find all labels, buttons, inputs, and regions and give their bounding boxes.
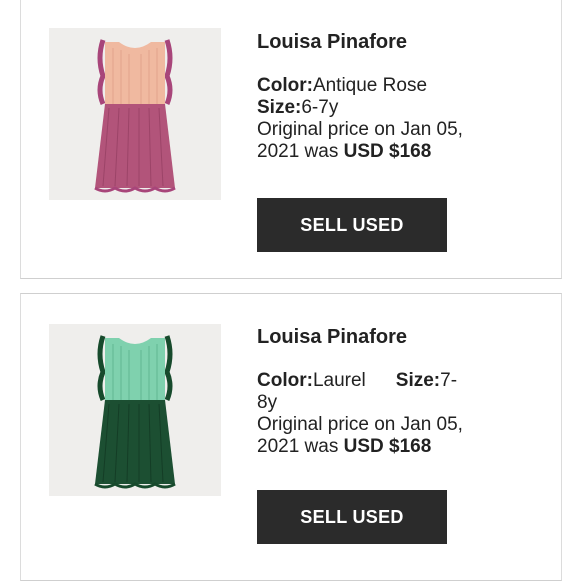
color-row: Color:Antique Rose: [257, 75, 517, 97]
pinafore-image: [49, 324, 221, 496]
size-value-wrap: 8y: [257, 392, 278, 413]
price-line-2: 2021 was USD $168: [257, 141, 517, 163]
product-image[interactable]: [49, 28, 221, 200]
product-image[interactable]: [49, 324, 221, 496]
original-price: USD $168: [343, 436, 432, 457]
price-prefix: 2021 was: [257, 141, 344, 162]
size-label: Size:: [257, 97, 302, 118]
sell-used-button[interactable]: SELL USED: [257, 490, 447, 544]
color-value: Antique Rose: [312, 75, 428, 96]
product-details: Color:Antique Rose Size:6-7y Original pr…: [257, 75, 517, 163]
product-name: Louisa Pinafore: [257, 31, 408, 53]
product-info: Louisa Pinafore Color:Antique Rose Size:…: [257, 30, 517, 163]
product-card: Louisa Pinafore Color:Laurel Size:7- 8y O…: [20, 293, 562, 581]
product-details: Color:Laurel Size:7- 8y Original price on…: [257, 370, 517, 458]
color-size-row: Color:Laurel Size:7-: [257, 370, 517, 392]
price-line-2: 2021 was USD $168: [257, 436, 517, 458]
size-row: Size:6-7y: [257, 97, 517, 119]
pinafore-image: [49, 28, 221, 200]
sell-used-button[interactable]: SELL USED: [257, 198, 447, 252]
original-price: USD $168: [343, 141, 432, 162]
product-name: Louisa Pinafore: [257, 326, 408, 348]
price-line-1: Original price on Jan 05,: [257, 414, 463, 435]
product-info: Louisa Pinafore Color:Laurel Size:7- 8y O…: [257, 325, 517, 458]
color-value: Laurel: [312, 370, 366, 391]
color-label: Color:: [257, 370, 313, 391]
product-card: Louisa Pinafore Color:Antique Rose Size:…: [20, 0, 562, 279]
price-prefix: 2021 was: [257, 436, 344, 457]
size-value: 7-: [440, 370, 458, 391]
size-label: Size:: [395, 370, 441, 391]
price-line-1: Original price on Jan 05,: [257, 119, 463, 140]
color-label: Color:: [257, 75, 313, 96]
size-value: 6-7y: [301, 97, 339, 118]
